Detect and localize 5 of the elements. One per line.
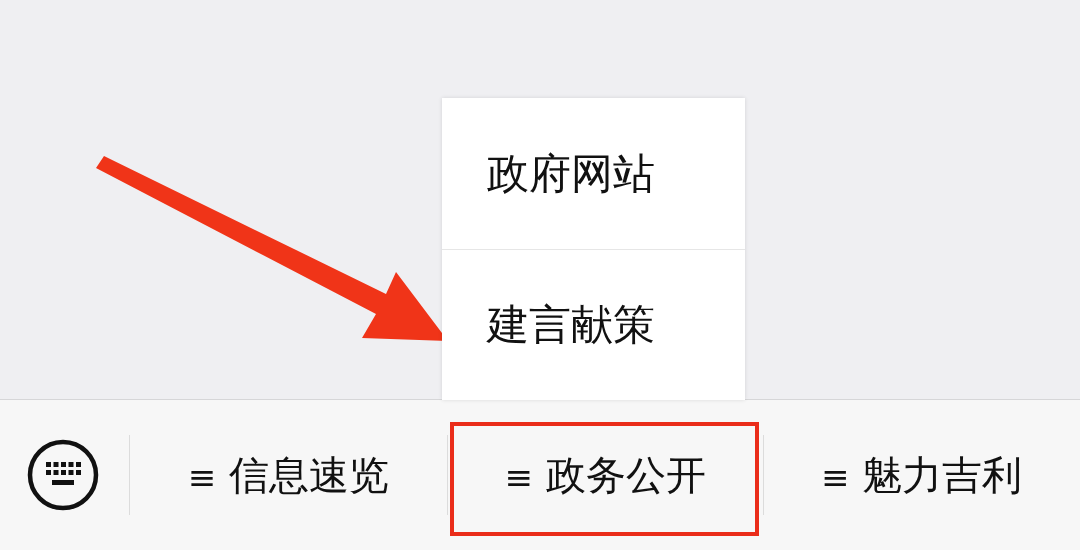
keyboard-icon[interactable] xyxy=(25,438,100,512)
menu-button[interactable]: ≡ 魅力吉利 xyxy=(763,400,1080,550)
menu-button[interactable]: ≡ 信息速览 xyxy=(130,400,447,550)
submenu-item[interactable]: 政府网站 xyxy=(441,98,745,249)
submenu-item[interactable]: 建言献策 xyxy=(441,249,745,400)
